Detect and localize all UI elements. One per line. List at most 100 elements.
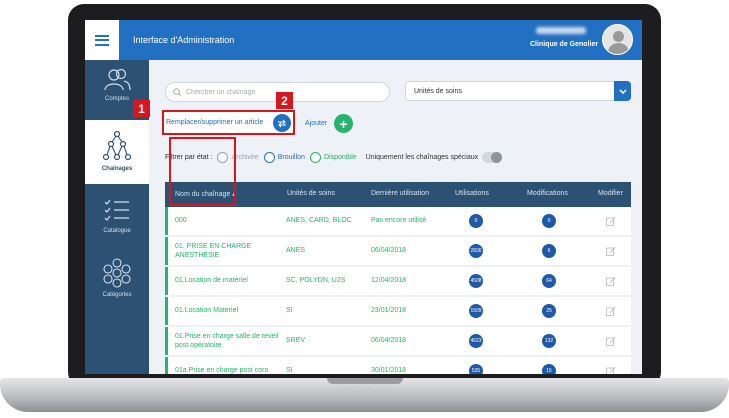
usage-count-badge: 4508 bbox=[469, 274, 483, 288]
usage-count-badge: 535 bbox=[469, 364, 483, 374]
replace-article-button[interactable] bbox=[273, 114, 291, 132]
callout-highlight-chainages bbox=[169, 137, 236, 206]
table-body: 000 ANES, CARD, BLOC Pas encore utilisé 0 0 0… bbox=[165, 207, 631, 374]
modification-count-badge: 25 bbox=[542, 304, 556, 318]
menu-button[interactable] bbox=[85, 20, 119, 60]
clinic-name: Clinique de Genolier bbox=[530, 41, 599, 48]
cell-mods: 15 bbox=[542, 357, 556, 374]
chainages-table: Nom du chaînage ▴ Unités de soins Derniè… bbox=[165, 182, 631, 374]
column-header: Dernière utilisation bbox=[371, 190, 429, 197]
units-select[interactable]: Unités de soins bbox=[405, 81, 631, 101]
cell-last: 23/01/2018 bbox=[371, 307, 407, 315]
top-header: Interface d'Administration Clinique de G… bbox=[85, 20, 642, 60]
cell-units: SC, POLYDN, U2S bbox=[286, 277, 346, 285]
column-header: Unités de soins bbox=[287, 190, 335, 197]
cell-name[interactable]: 01.Location Materiel bbox=[175, 297, 280, 325]
cell-mods: 0 bbox=[542, 207, 556, 235]
users-icon bbox=[104, 68, 131, 91]
modification-count-badge: 0 bbox=[542, 214, 556, 228]
cell-name[interactable]: 01. PRISE EN CHARGE ANESTHESIE bbox=[175, 237, 280, 265]
cell-last: Pas encore utilisé bbox=[371, 217, 427, 225]
modification-count-badge: 15 bbox=[542, 364, 556, 374]
app-title: Interface d'Administration bbox=[133, 35, 235, 45]
edit-icon bbox=[606, 277, 616, 286]
units-select-value: Unités de soins bbox=[414, 88, 462, 95]
cell-mods: 6 bbox=[542, 237, 556, 265]
modification-count-badge: 132 bbox=[542, 334, 556, 348]
special-filter-toggle[interactable] bbox=[482, 151, 503, 163]
replace-article-action: Remplacer/supprimer un article bbox=[162, 110, 295, 135]
sidebar-item-label: Chaînages bbox=[101, 166, 133, 172]
cell-name[interactable]: 01.Prise en charge salle de reveil post … bbox=[175, 327, 280, 355]
modification-count-badge: 6 bbox=[542, 244, 556, 258]
column-header: Modifier bbox=[598, 190, 623, 197]
edit-icon bbox=[606, 247, 616, 256]
cell-units: SREV bbox=[286, 337, 306, 345]
cell-name[interactable]: 01a.Prise en charge post coro bbox=[175, 357, 280, 374]
cell-mods: 132 bbox=[542, 327, 556, 355]
cell-uses: 4508 bbox=[469, 267, 483, 295]
sidebar-item-label: Catégories bbox=[102, 292, 132, 298]
cell-name[interactable]: 000 bbox=[175, 207, 280, 235]
table-row[interactable]: 01.Location Materiel SI 23/01/2018 1509 25 bbox=[165, 297, 631, 325]
cell-last: 06/04/2018 bbox=[371, 247, 407, 255]
add-label[interactable]: Ajouter bbox=[305, 120, 327, 127]
column-header: Utilisations bbox=[455, 190, 489, 197]
sidebar-item-catalogue[interactable]: Catalogue bbox=[85, 198, 149, 248]
modification-count-badge: 64 bbox=[542, 274, 556, 288]
usage-count-badge: 4623 bbox=[469, 334, 483, 348]
edit-icon bbox=[606, 337, 616, 346]
table-row[interactable]: 01.Prise en charge salle de reveil post … bbox=[165, 327, 631, 355]
sidebar-item-categories[interactable]: Catégories bbox=[85, 258, 149, 310]
app-screen: Interface d'Administration Clinique de G… bbox=[85, 20, 642, 374]
table-row[interactable]: 01a.Prise en charge post coro SI 30/01/201… bbox=[165, 357, 631, 374]
usage-count-badge: 0 bbox=[469, 214, 483, 228]
cell-last: 06/04/2018 bbox=[371, 337, 407, 345]
column-header: Modifications bbox=[527, 190, 568, 197]
cell-mods: 25 bbox=[542, 297, 556, 325]
edit-button[interactable] bbox=[606, 267, 616, 295]
cell-units: SI bbox=[286, 307, 293, 315]
usage-count-badge: 1509 bbox=[469, 304, 483, 318]
edit-icon bbox=[606, 217, 616, 226]
checklist-icon bbox=[104, 199, 129, 221]
sidebar-item-label: Catalogue bbox=[103, 228, 131, 234]
cell-mods: 64 bbox=[542, 267, 556, 295]
user-name-redacted bbox=[536, 27, 586, 34]
edit-button[interactable] bbox=[606, 237, 616, 265]
radio-disponible[interactable] bbox=[309, 151, 321, 163]
plus-icon: + bbox=[339, 115, 348, 132]
cell-uses: 4623 bbox=[469, 327, 483, 355]
edit-icon bbox=[606, 367, 616, 374]
hamburger-icon bbox=[95, 34, 109, 46]
usage-count-badge: 2836 bbox=[469, 244, 483, 258]
edit-button[interactable] bbox=[606, 297, 616, 325]
table-row[interactable]: 000 ANES, CARD, BLOC Pas encore utilisé 0 0 bbox=[165, 207, 631, 235]
edit-button[interactable] bbox=[606, 207, 616, 235]
network-icon bbox=[102, 130, 132, 161]
cell-uses: 0 bbox=[469, 207, 483, 235]
categories-icon bbox=[103, 258, 131, 288]
callout-badge-1: 1 bbox=[133, 100, 150, 117]
add-button[interactable]: + bbox=[334, 114, 353, 133]
cell-uses: 2836 bbox=[469, 237, 483, 265]
cell-name[interactable]: 01.Location de matériel bbox=[175, 267, 280, 295]
replace-article-label[interactable]: Remplacer/supprimer un article bbox=[166, 119, 263, 126]
table-row[interactable]: 01.Location de matériel SC, POLYDN, U2S 12… bbox=[165, 267, 631, 295]
cell-units: ANES, CARD, BLOC bbox=[286, 217, 352, 225]
avatar[interactable] bbox=[602, 24, 633, 55]
edit-icon bbox=[606, 307, 616, 316]
device-label: MacBook Pro bbox=[338, 384, 391, 393]
sidebar-item-label: Comptes bbox=[104, 96, 129, 102]
sidebar-item-chainages[interactable]: Chaînages bbox=[85, 120, 149, 184]
cell-last: 30/01/2018 bbox=[371, 367, 407, 374]
cell-last: 12/04/2018 bbox=[371, 277, 407, 285]
edit-button[interactable] bbox=[606, 357, 616, 374]
callout-badge-2: 2 bbox=[276, 92, 293, 109]
cell-units: ANES bbox=[286, 247, 306, 255]
table-row[interactable]: 01. PRISE EN CHARGE ANESTHESIE ANES 06/04/… bbox=[165, 237, 631, 265]
search-icon bbox=[173, 88, 182, 97]
edit-button[interactable] bbox=[606, 327, 616, 355]
cell-uses: 535 bbox=[469, 357, 483, 374]
radio-brouillon[interactable] bbox=[263, 151, 275, 163]
